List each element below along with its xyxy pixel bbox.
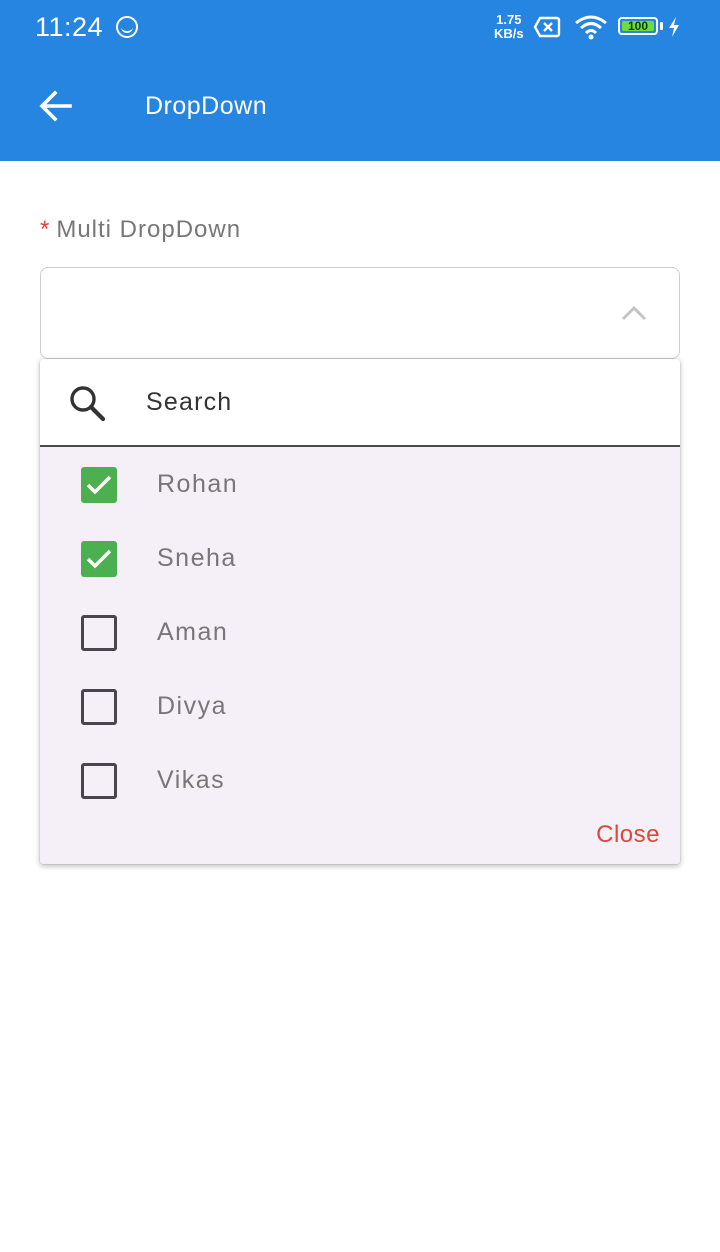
check-icon [86, 475, 112, 495]
app-bar: 11:24 1.75 KB/s 100 DropDown [0, 0, 720, 161]
dropdown-panel: Rohan Sneha Aman Divya Vikas Close [40, 359, 680, 864]
notification-face-icon [116, 16, 138, 38]
checkbox-checked[interactable] [81, 541, 117, 577]
charging-bolt-icon [669, 17, 679, 37]
search-bar [40, 359, 680, 447]
option-vikas[interactable]: Vikas [40, 745, 680, 819]
chevron-up-icon[interactable] [619, 300, 649, 326]
checkbox-unchecked[interactable] [81, 763, 117, 799]
status-time: 11:24 [35, 12, 104, 42]
option-label: Sneha [157, 544, 237, 572]
checkbox-checked[interactable] [81, 467, 117, 503]
option-aman[interactable]: Aman [40, 597, 680, 671]
network-speed-unit: KB/s [494, 26, 524, 41]
option-label: Divya [157, 692, 228, 720]
network-speed-value: 1.75 [496, 12, 522, 27]
network-speed: 1.75 KB/s [494, 13, 524, 41]
multi-dropdown-field[interactable] [40, 267, 680, 359]
field-label: * Multi DropDown [40, 216, 241, 244]
wifi-icon [575, 15, 607, 40]
battery-level: 100 [622, 20, 654, 32]
option-label: Rohan [157, 470, 239, 498]
checkbox-unchecked[interactable] [81, 689, 117, 725]
checkbox-unchecked[interactable] [81, 615, 117, 651]
battery-nub [660, 22, 663, 30]
option-label: Aman [157, 618, 229, 646]
close-button[interactable]: Close [596, 821, 660, 849]
no-sim-icon [533, 16, 561, 38]
search-input[interactable] [144, 379, 648, 425]
option-rohan[interactable]: Rohan [40, 449, 680, 523]
option-label: Vikas [157, 766, 226, 794]
search-icon [70, 386, 106, 422]
page-title: DropDown [145, 92, 268, 120]
back-arrow-icon[interactable] [36, 86, 76, 126]
required-asterisk: * [40, 216, 51, 243]
option-divya[interactable]: Divya [40, 671, 680, 745]
field-label-text: Multi DropDown [56, 216, 242, 243]
battery-icon: 100 [618, 17, 658, 35]
option-sneha[interactable]: Sneha [40, 523, 680, 597]
check-icon [86, 549, 112, 569]
